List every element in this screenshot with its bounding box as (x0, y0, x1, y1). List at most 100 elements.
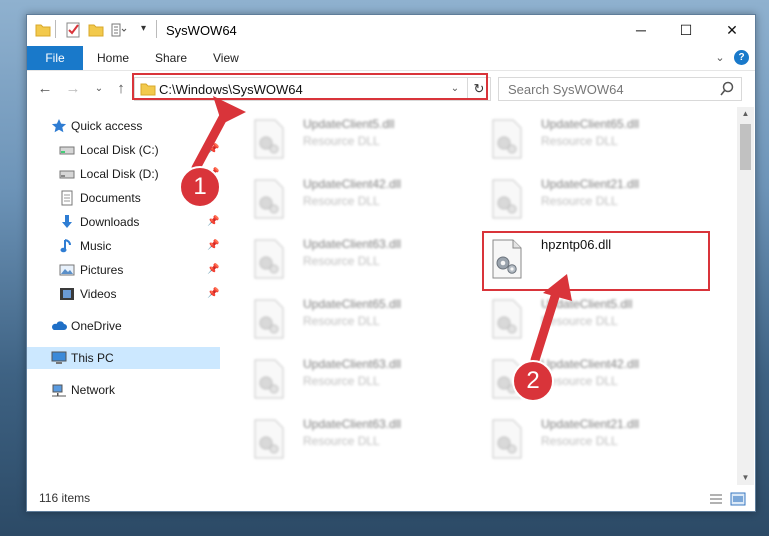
details-view-icon[interactable] (708, 491, 724, 507)
minimize-button[interactable]: ─ (618, 15, 664, 46)
sidebar-item-label: Quick access (71, 119, 143, 133)
close-button[interactable]: ✕ (709, 15, 755, 46)
scroll-thumb[interactable] (740, 124, 751, 170)
sidebar-item-label: Documents (80, 191, 141, 205)
file-type: Resource DLL (303, 134, 380, 148)
recent-locations-icon[interactable]: ⌄ (89, 79, 109, 99)
file-name: UpdateClient5.dll (541, 297, 633, 311)
item-count: 116 items (39, 491, 91, 505)
scroll-up-icon[interactable]: ▲ (737, 107, 754, 121)
pin-icon: 📌 (207, 288, 220, 299)
sidebar-item-quick-access[interactable]: Quick access (27, 115, 220, 137)
file-item[interactable]: UpdateClient65.dll Resource DLL (247, 293, 477, 349)
file-name: UpdateClient21.dll (541, 177, 640, 191)
tab-home[interactable]: Home (97, 46, 129, 70)
sidebar-item-label: Network (71, 383, 116, 397)
sidebar-item-local-disk-c[interactable]: Local Disk (C:) 📌 (27, 139, 220, 161)
file-item[interactable]: UpdateClient65.dll Resource DLL (485, 113, 715, 169)
file-item-hpzntp06[interactable]: hpzntp06.dll (485, 233, 715, 289)
file-item[interactable]: UpdateClient21.dll Resource DLL (485, 173, 715, 229)
address-bar[interactable]: C:\Windows\SysWOW64 ⌄ (134, 77, 468, 101)
pin-icon: 📌 (207, 216, 220, 227)
dll-file-icon (254, 359, 284, 399)
pin-icon: 📌 (207, 264, 220, 275)
file-name: UpdateClient63.dll (303, 357, 402, 371)
sidebar-item-this-pc[interactable]: This PC (27, 347, 220, 369)
file-name: UpdateClient65.dll (541, 117, 640, 131)
customize-toolbar-icon[interactable] (111, 22, 127, 38)
file-type: Resource DLL (303, 314, 380, 328)
dll-file-icon (492, 419, 522, 459)
file-item[interactable]: UpdateClient63.dll Resource DLL (247, 413, 477, 469)
sidebar-item-local-disk-d[interactable]: Local Disk (D:) 📌 (27, 163, 220, 185)
file-type: Resource DLL (303, 194, 380, 208)
folder-icon (140, 83, 156, 96)
dll-file-icon (492, 119, 522, 159)
file-item[interactable]: UpdateClient63.dll Resource DLL (247, 353, 477, 409)
large-icons-view-icon[interactable] (730, 491, 746, 507)
divider (156, 20, 157, 38)
file-type: Resource DLL (541, 314, 618, 328)
navigation-pane: Quick access Local Disk (C:) 📌 Local Dis… (27, 111, 220, 485)
back-button[interactable]: ← (35, 79, 55, 99)
refresh-button[interactable]: ↻ (467, 77, 491, 101)
file-item[interactable]: UpdateClient42.dll Resource DLL (485, 353, 715, 409)
file-name: UpdateClient65.dll (303, 297, 402, 311)
file-type: Resource DLL (541, 434, 618, 448)
tab-file[interactable]: File (27, 46, 83, 70)
quick-access-dropdown-icon[interactable]: ▾ (141, 23, 146, 34)
search-box[interactable]: Search SysWOW64 (498, 77, 742, 101)
pin-icon: 📌 (207, 144, 220, 155)
onedrive-icon (52, 321, 67, 330)
pin-icon: 📌 (207, 240, 220, 251)
sidebar-item-label: Local Disk (D:) (80, 167, 159, 181)
divider (55, 20, 56, 38)
file-item[interactable]: UpdateClient21.dll Resource DLL (485, 413, 715, 469)
tab-share[interactable]: Share (155, 46, 187, 70)
help-button[interactable]: ? (734, 50, 749, 65)
folder-icon[interactable] (35, 22, 51, 38)
vertical-scrollbar[interactable]: ▲ ▼ (737, 107, 754, 485)
tab-view[interactable]: View (213, 46, 239, 70)
expand-ribbon-icon[interactable]: ⌄ (713, 51, 727, 65)
file-type: Resource DLL (541, 194, 618, 208)
sidebar-item-label: Local Disk (C:) (80, 143, 159, 157)
scroll-down-icon[interactable]: ▼ (737, 471, 754, 485)
drive-icon (59, 146, 75, 155)
dll-file-icon (254, 239, 284, 279)
file-item[interactable]: UpdateClient5.dll Resource DLL (247, 113, 477, 169)
search-icon[interactable] (719, 81, 735, 97)
maximize-button[interactable]: ☐ (663, 15, 709, 46)
window-title: SysWOW64 (166, 23, 237, 38)
file-name: UpdateClient5.dll (303, 117, 395, 131)
dll-file-icon (254, 119, 284, 159)
file-item[interactable]: UpdateClient42.dll Resource DLL (247, 173, 477, 229)
file-type: Resource DLL (541, 134, 618, 148)
drive-icon (59, 170, 75, 179)
sidebar-item-label: Music (80, 239, 112, 253)
pin-icon: 📌 (207, 168, 220, 179)
forward-button[interactable]: → (63, 79, 83, 99)
file-item[interactable]: UpdateClient63.dll Resource DLL (247, 233, 477, 289)
sidebar-item-network[interactable]: Network (27, 379, 220, 401)
address-dropdown-icon[interactable]: ⌄ (448, 81, 462, 97)
sidebar-item-videos[interactable]: Videos 📌 (27, 283, 220, 305)
file-type: Resource DLL (303, 254, 380, 268)
dll-file-icon (492, 299, 522, 339)
ribbon-tabs: File Home Share View ⌄ ? (27, 46, 755, 71)
star-icon (51, 119, 67, 133)
properties-icon[interactable] (65, 22, 81, 38)
sidebar-item-music[interactable]: Music 📌 (27, 235, 220, 257)
file-type: Resource DLL (541, 374, 618, 388)
new-folder-icon[interactable] (88, 22, 104, 38)
sidebar-item-pictures[interactable]: Pictures 📌 (27, 259, 220, 281)
sidebar-item-documents[interactable]: Documents 📌 (27, 187, 220, 209)
up-button[interactable]: ↑ (111, 79, 131, 99)
sidebar-item-onedrive[interactable]: OneDrive (27, 315, 220, 337)
file-item[interactable]: UpdateClient5.dll Resource DLL (485, 293, 715, 349)
sidebar-item-downloads[interactable]: Downloads 📌 (27, 211, 220, 233)
network-icon (52, 384, 66, 397)
search-input[interactable]: Search SysWOW64 (508, 82, 624, 97)
file-list: UpdateClient5.dll Resource DLL UpdateCli… (227, 111, 737, 485)
music-icon (60, 239, 71, 253)
